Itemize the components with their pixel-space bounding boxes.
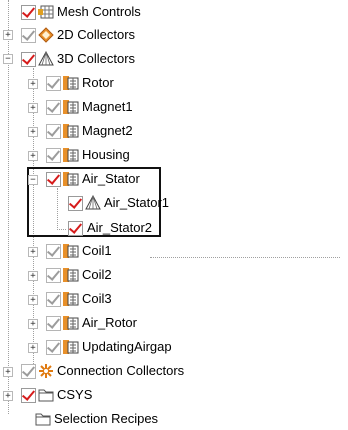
expand-toggle[interactable]: + xyxy=(28,247,38,257)
coil3-checkbox[interactable] xyxy=(46,291,61,307)
expand-toggle[interactable]: + xyxy=(28,271,38,281)
mesh-collector-icon xyxy=(63,76,79,90)
expand-toggle[interactable]: + xyxy=(3,391,13,401)
2d-collector-icon xyxy=(38,27,54,43)
tree-item-label: Air_Stator2 xyxy=(87,220,153,235)
tree-item-label: Magnet2 xyxy=(82,123,133,138)
mesh-collector-icon xyxy=(63,124,79,138)
tree-item-label: Rotor xyxy=(82,75,114,90)
folder-icon xyxy=(38,389,54,402)
expand-toggle[interactable]: + xyxy=(28,103,38,113)
csys-checkbox[interactable] xyxy=(21,387,36,403)
expand-toggle[interactable]: + xyxy=(28,343,38,353)
tree-item-label: Coil2 xyxy=(82,267,112,282)
mesh-collector-icon xyxy=(63,340,79,354)
tree-item-magnet1[interactable]: Magnet1 xyxy=(46,96,133,118)
tree-item-2d-collectors[interactable]: 2D Collectors xyxy=(21,24,135,46)
tree-item-mesh-controls[interactable]: Mesh Controls xyxy=(21,1,141,23)
tree-item-coil2[interactable]: Coil2 xyxy=(46,264,112,286)
tree-item-label: Coil1 xyxy=(82,243,112,258)
3d-collectors-checkbox[interactable] xyxy=(21,51,36,67)
rotor-checkbox[interactable] xyxy=(46,75,61,91)
tree-item-coil3[interactable]: Coil3 xyxy=(46,288,112,310)
navigator-tree: Mesh Controls + 2D Collectors − 3D Colle… xyxy=(0,0,348,426)
tree-item-label: Air_Stator1 xyxy=(104,195,170,210)
tree-item-label: 2D Collectors xyxy=(57,27,136,42)
mesh-collector-icon xyxy=(63,100,79,114)
mesh-collector-icon xyxy=(63,172,79,186)
tree-item-label: Air_Rotor xyxy=(82,315,137,330)
tree-item-label: 3D Collectors xyxy=(57,51,136,66)
tree-item-housing[interactable]: Housing xyxy=(46,144,130,166)
mesh-controls-checkbox[interactable] xyxy=(21,4,36,20)
air-rotor-checkbox[interactable] xyxy=(46,315,61,331)
tree-item-label: Selection Recipes xyxy=(54,411,159,426)
expand-toggle[interactable]: + xyxy=(28,79,38,89)
expand-toggle[interactable]: + xyxy=(28,127,38,137)
mesh-collector-icon xyxy=(63,268,79,282)
tree-item-coil1[interactable]: Coil1 xyxy=(46,240,112,262)
tree-item-label: UpdatingAirgap xyxy=(82,339,172,354)
3d-collector-icon xyxy=(85,195,101,210)
tree-item-air-stator2[interactable]: Air_Stator2 xyxy=(68,217,152,239)
mesh-collector-icon xyxy=(63,316,79,330)
tree-item-label: Air_Stator xyxy=(82,171,140,186)
tree-item-label: Mesh Controls xyxy=(57,4,141,19)
tree-item-3d-collectors[interactable]: 3D Collectors xyxy=(21,48,135,70)
expand-toggle[interactable]: + xyxy=(3,30,13,40)
tree-item-selection-recipes[interactable]: Selection Recipes xyxy=(34,408,158,430)
connection-icon xyxy=(39,364,53,378)
tree-item-csys[interactable]: CSYS xyxy=(21,384,92,406)
mesh-collector-icon xyxy=(63,244,79,258)
3d-collector-icon xyxy=(38,51,54,66)
tree-item-label: Housing xyxy=(82,147,130,162)
magnet2-checkbox[interactable] xyxy=(46,123,61,139)
mesh-collector-icon xyxy=(63,292,79,306)
tree-item-connection-collectors[interactable]: Connection Collectors xyxy=(21,360,184,382)
tree-item-rotor[interactable]: Rotor xyxy=(46,72,114,94)
tree-item-label: Coil3 xyxy=(82,291,112,306)
housing-checkbox[interactable] xyxy=(46,147,61,163)
collapse-toggle[interactable]: − xyxy=(3,54,13,64)
expand-toggle[interactable]: + xyxy=(28,295,38,305)
coil1-checkbox[interactable] xyxy=(46,243,61,259)
air-stator-checkbox[interactable] xyxy=(46,171,61,187)
tree-separator-line xyxy=(150,257,340,258)
tree-item-air-rotor[interactable]: Air_Rotor xyxy=(46,312,137,334)
tree-item-magnet2[interactable]: Magnet2 xyxy=(46,120,133,142)
expand-toggle[interactable]: + xyxy=(28,151,38,161)
collapse-toggle[interactable]: − xyxy=(28,175,38,185)
folder-icon xyxy=(35,413,51,426)
coil2-checkbox[interactable] xyxy=(46,267,61,283)
2d-collectors-checkbox[interactable] xyxy=(21,27,36,43)
tree-item-air-stator[interactable]: Air_Stator xyxy=(46,168,140,190)
expand-toggle[interactable]: + xyxy=(28,319,38,329)
mesh-controls-icon xyxy=(38,5,54,19)
air-stator1-checkbox[interactable] xyxy=(68,195,83,211)
mesh-collector-icon xyxy=(63,148,79,162)
tree-item-label: Magnet1 xyxy=(82,99,133,114)
expand-toggle[interactable]: + xyxy=(3,367,13,377)
tree-item-air-stator1[interactable]: Air_Stator1 xyxy=(68,192,169,214)
connection-collectors-checkbox[interactable] xyxy=(21,363,36,379)
tree-item-label: CSYS xyxy=(57,387,93,402)
tree-item-label: Connection Collectors xyxy=(57,363,185,378)
magnet1-checkbox[interactable] xyxy=(46,99,61,115)
tree-item-updating-airgap[interactable]: UpdatingAirgap xyxy=(46,336,172,358)
updating-airgap-checkbox[interactable] xyxy=(46,339,61,355)
air-stator2-checkbox[interactable] xyxy=(68,220,83,236)
